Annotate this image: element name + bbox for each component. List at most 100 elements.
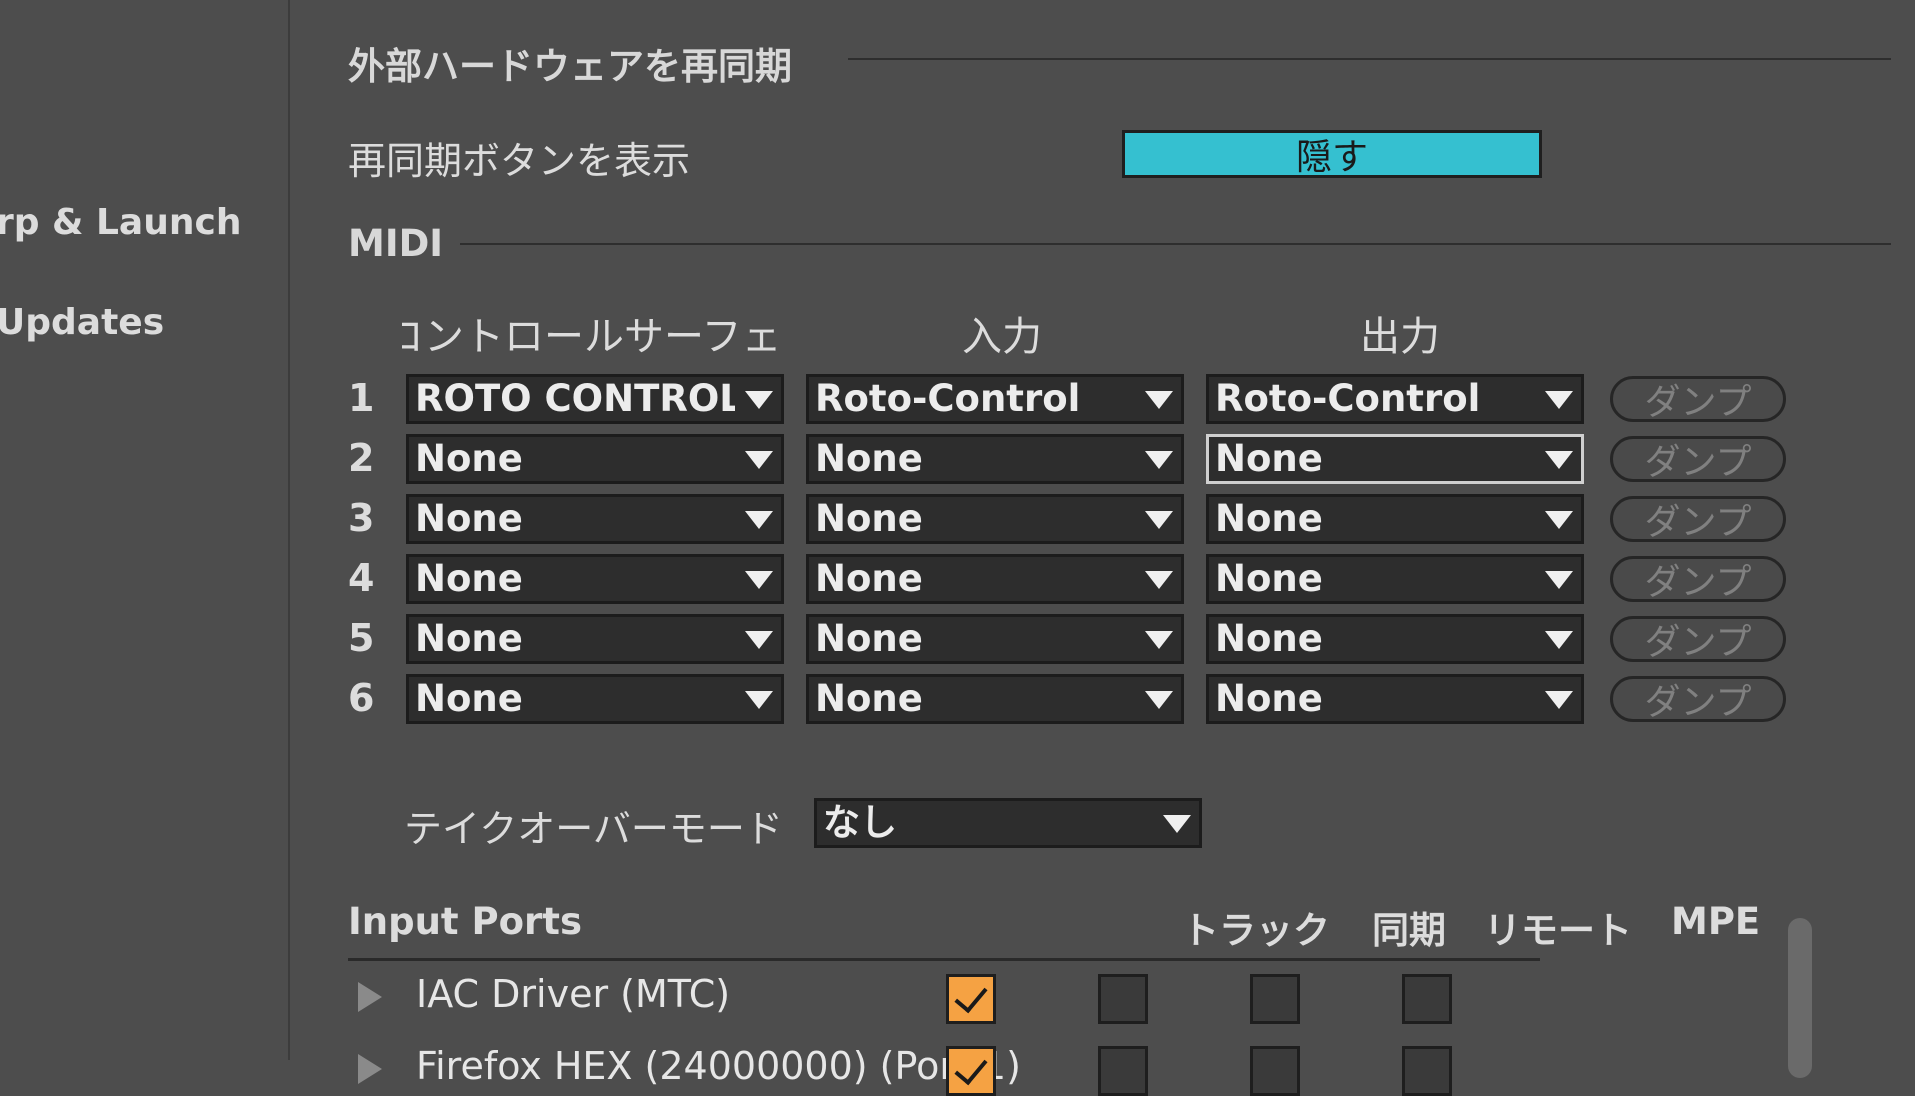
midi-row-number: 3 bbox=[348, 496, 375, 540]
port-remote-checkbox[interactable] bbox=[1250, 974, 1300, 1024]
port-track-checkbox[interactable] bbox=[946, 1046, 996, 1096]
midi-input-value: None bbox=[815, 617, 923, 660]
port-mpe-checkbox[interactable] bbox=[1402, 974, 1452, 1024]
chevron-down-icon bbox=[745, 451, 773, 469]
port-sync-checkbox[interactable] bbox=[1098, 974, 1148, 1024]
dump-button[interactable]: ダンプ bbox=[1610, 496, 1786, 543]
midi-divider bbox=[460, 243, 1891, 245]
midi-output-dropdown[interactable]: None bbox=[1206, 674, 1584, 724]
dump-button[interactable]: ダンプ bbox=[1610, 676, 1786, 723]
midi-input-dropdown[interactable]: Roto-Control bbox=[806, 374, 1184, 424]
midi-output-value: None bbox=[1215, 437, 1323, 480]
show-resync-label: 再同期ボタンを表示 bbox=[348, 139, 691, 183]
chevron-down-icon bbox=[1145, 631, 1173, 649]
chevron-down-icon bbox=[1545, 631, 1573, 649]
midi-surface-dropdown[interactable]: None bbox=[406, 554, 784, 604]
chevron-down-icon bbox=[1145, 571, 1173, 589]
midi-surface-value: None bbox=[415, 677, 523, 720]
chevron-down-icon bbox=[1545, 691, 1573, 709]
expand-triangle-icon[interactable] bbox=[358, 982, 382, 1012]
midi-surface-value: None bbox=[415, 497, 523, 540]
dump-button[interactable]: ダンプ bbox=[1610, 436, 1786, 483]
midi-row-number: 4 bbox=[348, 556, 375, 600]
midi-row-number: 1 bbox=[348, 376, 375, 420]
midi-input-dropdown[interactable]: None bbox=[806, 494, 1184, 544]
resync-section-title: 外部ハードウェアを再同期 bbox=[348, 45, 792, 88]
midi-output-value: None bbox=[1215, 557, 1323, 600]
chevron-down-icon bbox=[745, 511, 773, 529]
output-header: 出力 bbox=[1360, 314, 1440, 360]
midi-input-value: None bbox=[815, 677, 923, 720]
takeover-mode-label: テイクオーバーモード bbox=[404, 807, 783, 851]
port-remote-checkbox[interactable] bbox=[1250, 1046, 1300, 1096]
midi-section-title: MIDI bbox=[348, 222, 444, 265]
preferences-main: 外部ハードウェアを再同期 再同期ボタンを表示 隠す MIDI コントロールサーフ… bbox=[290, 0, 1915, 1096]
ports-col-sync: 同期 bbox=[1372, 909, 1446, 952]
expand-triangle-icon[interactable] bbox=[358, 1054, 382, 1084]
midi-row-number: 6 bbox=[348, 676, 375, 720]
midi-input-dropdown[interactable]: None bbox=[806, 614, 1184, 664]
midi-input-dropdown[interactable]: None bbox=[806, 674, 1184, 724]
chevron-down-icon bbox=[745, 571, 773, 589]
ports-scrollbar[interactable] bbox=[1788, 918, 1812, 1078]
takeover-mode-dropdown[interactable]: なし bbox=[814, 798, 1202, 848]
chevron-down-icon bbox=[1145, 391, 1173, 409]
chevron-down-icon bbox=[1145, 451, 1173, 469]
chevron-down-icon bbox=[745, 391, 773, 409]
port-name: IAC Driver (MTC) bbox=[416, 972, 731, 1016]
chevron-down-icon bbox=[745, 631, 773, 649]
midi-surface-dropdown[interactable]: None bbox=[406, 434, 784, 484]
chevron-down-icon bbox=[1545, 391, 1573, 409]
midi-row-number: 2 bbox=[348, 436, 375, 480]
midi-surface-value: None bbox=[415, 437, 523, 480]
chevron-down-icon bbox=[1145, 691, 1173, 709]
control-surface-header: コントロールサーフェス bbox=[402, 314, 784, 360]
midi-output-value: None bbox=[1215, 617, 1323, 660]
port-track-checkbox[interactable] bbox=[946, 974, 996, 1024]
ports-col-remote: リモート bbox=[1484, 909, 1632, 952]
dump-button[interactable]: ダンプ bbox=[1610, 616, 1786, 663]
midi-surface-value: ROTO CONTROL bbox=[415, 377, 735, 420]
chevron-down-icon bbox=[1545, 571, 1573, 589]
midi-output-dropdown[interactable]: None bbox=[1206, 614, 1584, 664]
port-mpe-checkbox[interactable] bbox=[1402, 1046, 1452, 1096]
midi-input-value: None bbox=[815, 497, 923, 540]
port-sync-checkbox[interactable] bbox=[1098, 1046, 1148, 1096]
midi-surface-dropdown[interactable]: ROTO CONTROL bbox=[406, 374, 784, 424]
ports-col-track: トラック bbox=[1182, 909, 1330, 952]
midi-surface-value: None bbox=[415, 557, 523, 600]
midi-input-value: Roto-Control bbox=[815, 377, 1081, 420]
chevron-down-icon bbox=[1545, 451, 1573, 469]
midi-input-dropdown[interactable]: None bbox=[806, 554, 1184, 604]
preferences-sidebar: rp & Launch Updates bbox=[0, 0, 290, 1060]
resync-divider bbox=[848, 58, 1891, 60]
takeover-mode-value: なし bbox=[823, 801, 897, 844]
sidebar-item-warp-launch[interactable]: rp & Launch bbox=[0, 202, 241, 243]
chevron-down-icon bbox=[1145, 511, 1173, 529]
midi-output-dropdown[interactable]: None bbox=[1206, 434, 1584, 484]
port-name: Firefox HEX (24000000) (Port 1) bbox=[416, 1044, 1021, 1088]
midi-output-value: None bbox=[1215, 497, 1323, 540]
midi-surface-value: None bbox=[415, 617, 523, 660]
show-resync-toggle[interactable]: 隠す bbox=[1122, 130, 1542, 178]
chevron-down-icon bbox=[1545, 511, 1573, 529]
midi-output-value: Roto-Control bbox=[1215, 377, 1481, 420]
chevron-down-icon bbox=[745, 691, 773, 709]
midi-output-dropdown[interactable]: None bbox=[1206, 554, 1584, 604]
midi-input-value: None bbox=[815, 437, 923, 480]
midi-output-value: None bbox=[1215, 677, 1323, 720]
midi-surface-dropdown[interactable]: None bbox=[406, 614, 784, 664]
midi-surface-dropdown[interactable]: None bbox=[406, 494, 784, 544]
dump-button[interactable]: ダンプ bbox=[1610, 376, 1786, 423]
dump-button[interactable]: ダンプ bbox=[1610, 556, 1786, 603]
sidebar-item-updates[interactable]: Updates bbox=[0, 302, 164, 343]
input-ports-title: Input Ports bbox=[348, 900, 582, 943]
midi-row-number: 5 bbox=[348, 616, 375, 660]
midi-output-dropdown[interactable]: Roto-Control bbox=[1206, 374, 1584, 424]
midi-input-value: None bbox=[815, 557, 923, 600]
midi-output-dropdown[interactable]: None bbox=[1206, 494, 1584, 544]
chevron-down-icon bbox=[1163, 815, 1191, 833]
midi-input-dropdown[interactable]: None bbox=[806, 434, 1184, 484]
midi-surface-dropdown[interactable]: None bbox=[406, 674, 784, 724]
input-header: 入力 bbox=[962, 314, 1042, 360]
